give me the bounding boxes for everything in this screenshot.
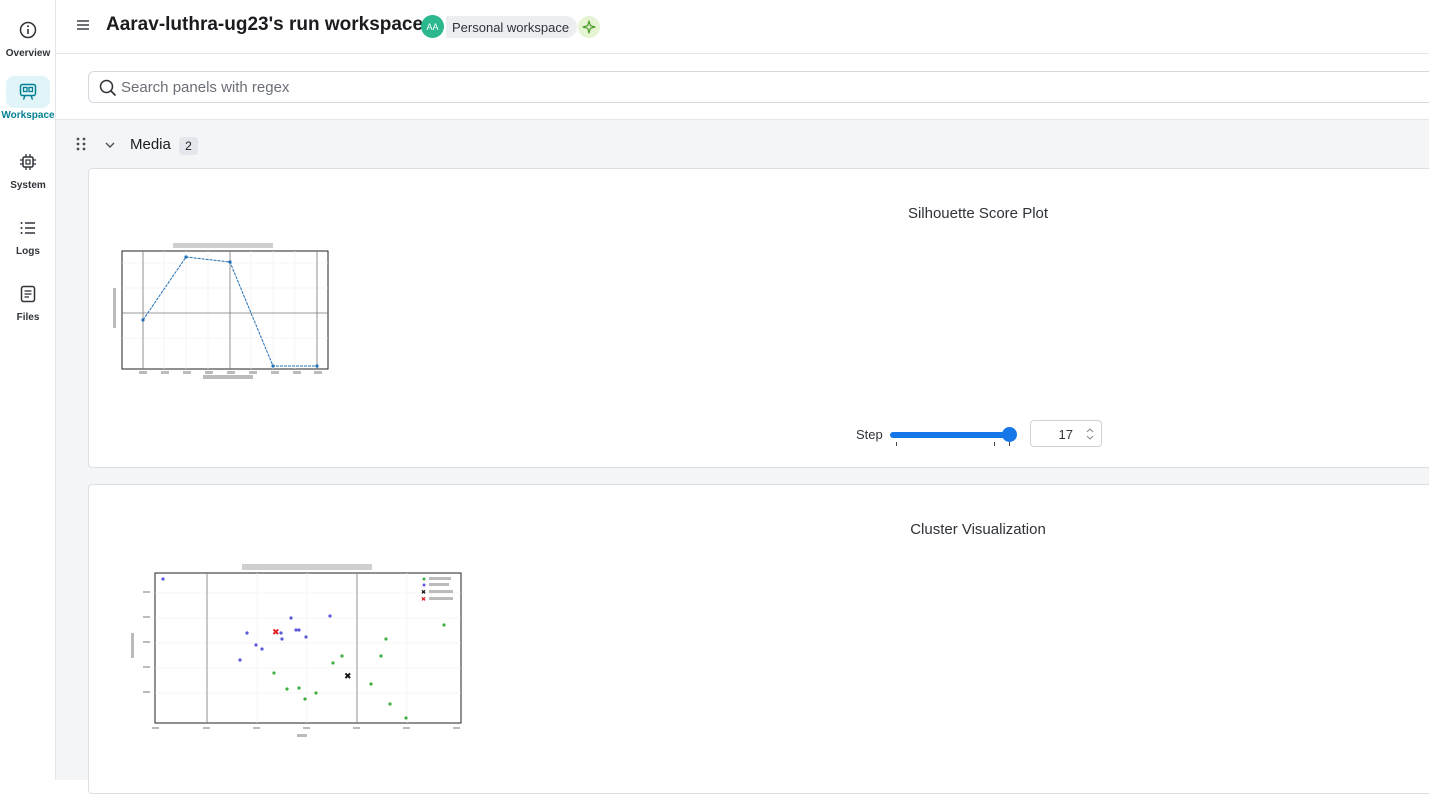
slider-thumb[interactable]	[1002, 427, 1017, 442]
list-icon	[6, 212, 50, 244]
cluster-plot-image: ✖ ✖ ✖ ✖	[127, 563, 467, 743]
chip-icon	[6, 146, 50, 178]
step-slider[interactable]	[890, 427, 1017, 446]
slider-tick	[896, 442, 897, 446]
nav-system[interactable]: System	[0, 146, 56, 202]
chevron-down-icon[interactable]	[104, 138, 116, 156]
info-icon	[6, 14, 50, 46]
nav-label: Logs	[16, 246, 40, 257]
sparkle-icon[interactable]	[578, 16, 600, 38]
nav-files[interactable]: Files	[0, 278, 56, 334]
silhouette-plot-image	[111, 243, 331, 388]
media-panel-cluster[interactable]: Cluster Visualization ✖ ✖ ✖ ✖	[88, 484, 1429, 794]
media-panel-silhouette[interactable]: Silhouette Score Plot Step 17	[88, 168, 1429, 468]
panel-title: Silhouette Score Plot	[907, 205, 1049, 222]
nav-label: Overview	[5, 48, 51, 59]
panel-title: Cluster Visualization	[910, 521, 1046, 538]
drag-handle-icon[interactable]	[76, 137, 86, 156]
slider-tick	[1009, 442, 1010, 446]
svg-text:✖: ✖	[421, 589, 426, 596]
file-icon	[6, 278, 50, 310]
slider-tick	[994, 442, 995, 446]
search-input[interactable]	[121, 74, 1321, 100]
search-panels-bar[interactable]	[88, 71, 1429, 103]
section-count-badge: 2	[179, 137, 198, 155]
nav-workspace[interactable]: Workspace	[0, 76, 56, 132]
svg-text:✖: ✖	[421, 596, 426, 603]
step-value: 17	[1058, 427, 1073, 442]
section-title[interactable]: Media	[130, 136, 171, 153]
workspace-icon	[6, 76, 50, 108]
svg-text:✖: ✖	[344, 672, 352, 682]
search-icon	[99, 79, 117, 102]
nav-label: Files	[16, 312, 40, 323]
nav-label: System	[10, 180, 46, 191]
step-label: Step	[856, 427, 883, 442]
avatar[interactable]: AA	[421, 15, 444, 38]
menu-icon[interactable]	[76, 18, 90, 32]
spinner-icon[interactable]	[1086, 427, 1094, 444]
nav-overview[interactable]: Overview	[0, 14, 56, 70]
nav-logs[interactable]: Logs	[0, 212, 56, 268]
page-title: Aarav-luthra-ug23's run workspace	[106, 14, 424, 35]
slider-track[interactable]	[890, 432, 1016, 438]
svg-text:✖: ✖	[272, 628, 280, 638]
nav-label: Workspace	[1, 110, 55, 121]
workspace-header: Aarav-luthra-ug23's run workspace AA Per…	[56, 0, 1429, 54]
workspace-badge[interactable]: Personal workspace	[446, 16, 578, 38]
left-nav-rail: Overview Workspace System Logs Files	[0, 0, 56, 780]
step-number-input[interactable]: 17	[1030, 420, 1102, 447]
